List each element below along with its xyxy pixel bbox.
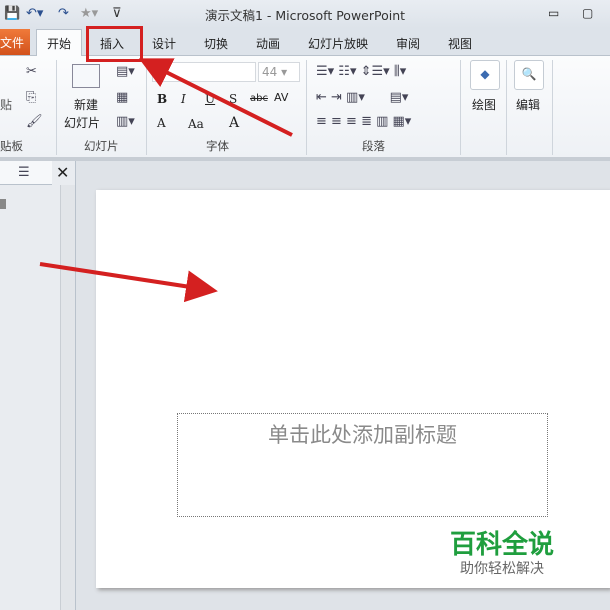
watermark-subtitle: 助你轻松解决 bbox=[460, 561, 544, 577]
arrow-to-slide bbox=[39, 262, 218, 303]
annotation-arrows bbox=[39, 58, 293, 303]
arrow-to-insert-tab bbox=[138, 58, 293, 137]
watermark-title: 百科全说 bbox=[450, 530, 555, 560]
